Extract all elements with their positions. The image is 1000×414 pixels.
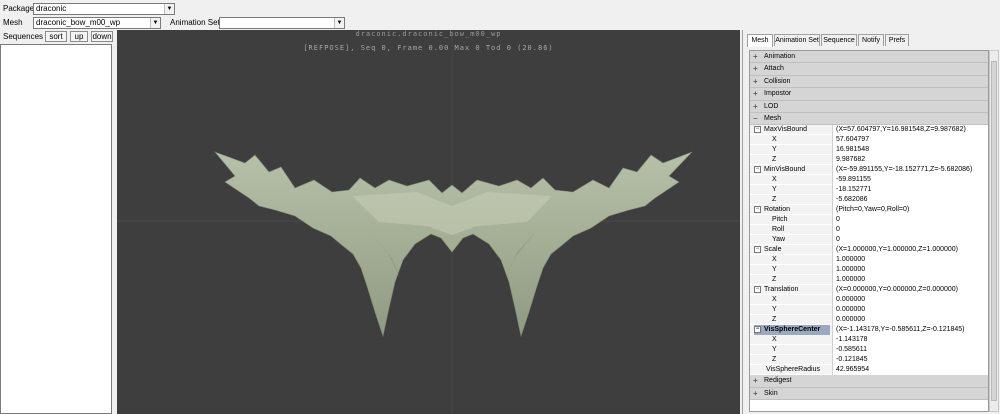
category-lod[interactable]: + LOD	[750, 100, 988, 113]
prop-vissphere-z[interactable]: Z -0.121845	[750, 355, 988, 366]
sequences-header: Sequences sort up down	[0, 31, 116, 43]
collapse-icon[interactable]: −	[754, 126, 761, 133]
prop-translation-y[interactable]: Y 0.000000	[750, 305, 988, 316]
category-skin[interactable]: + Skin	[750, 387, 988, 401]
animset-combo[interactable]: ▼	[219, 17, 345, 29]
prop-minvis-x[interactable]: X -59.891155	[750, 175, 988, 186]
mesh-viewport[interactable]: draconic.draconic_bow_m00_wp [REFPOSE], …	[117, 30, 740, 414]
tab-mesh[interactable]: Mesh	[747, 34, 773, 47]
collapse-icon[interactable]: −	[754, 286, 761, 293]
plus-icon[interactable]: +	[753, 375, 761, 387]
property-grid: + Animation + Attach + Collision + Impostor …	[749, 50, 989, 412]
prop-vissphere-y[interactable]: Y -0.585611	[750, 345, 988, 356]
chevron-down-icon[interactable]: ▼	[164, 4, 174, 14]
viewport-canvas	[117, 30, 740, 414]
prop-translation-x[interactable]: X 0.000000	[750, 295, 988, 306]
prop-rotation-roll[interactable]: Roll 0	[750, 225, 988, 236]
chevron-down-icon[interactable]: ▼	[150, 18, 160, 28]
category-impostor[interactable]: + Impostor	[750, 88, 988, 101]
prop-vissphere-x[interactable]: X -1.143178	[750, 335, 988, 346]
category-attach[interactable]: + Attach	[750, 63, 988, 76]
category-mesh[interactable]: − Mesh	[750, 112, 988, 126]
package-combo[interactable]: draconic ▼	[33, 3, 175, 15]
prop-rotation-yaw[interactable]: Yaw 0	[750, 235, 988, 246]
plus-icon[interactable]: +	[753, 101, 761, 113]
prop-vissphere-center[interactable]: − VisSphereCenter (X=-1.143178,Y=-0.585611…	[750, 325, 988, 336]
plus-icon[interactable]: +	[753, 63, 761, 75]
prop-scale-y[interactable]: Y 1.000000	[750, 265, 988, 276]
collapse-icon[interactable]: −	[754, 166, 761, 173]
prop-rotation-pitch[interactable]: Pitch 0	[750, 215, 988, 226]
sequences-label: Sequences	[3, 32, 44, 41]
plus-icon[interactable]: +	[753, 51, 761, 63]
plus-icon[interactable]: +	[753, 88, 761, 100]
prop-vissphere-radius[interactable]: VisSphereRadius 42.965954	[750, 365, 988, 376]
category-animation[interactable]: + Animation	[750, 51, 988, 64]
up-button[interactable]: up	[70, 31, 88, 42]
plus-icon[interactable]: +	[753, 76, 761, 88]
prop-rotation[interactable]: − Rotation (Pitch=0,Yaw=0,Roll=0)	[750, 205, 988, 216]
plus-icon[interactable]: +	[753, 388, 761, 400]
tab-sequence[interactable]: Sequence	[821, 34, 857, 46]
down-button[interactable]: down	[91, 31, 113, 42]
chevron-down-icon[interactable]: ▼	[334, 18, 344, 28]
mesh-value: draconic_bow_m00_wp	[36, 18, 121, 27]
properties-panel: Mesh Animation Set Sequence Notify Prefs…	[742, 30, 1000, 414]
prop-scale[interactable]: − Scale (X=1.000000,Y=1.000000,Z=1.000000)	[750, 245, 988, 256]
property-scrollbar[interactable]	[989, 50, 999, 412]
minus-icon[interactable]: −	[753, 113, 761, 125]
package-value: draconic	[36, 4, 67, 13]
viewport-title: draconic.draconic_bow_m00_wp	[355, 30, 502, 38]
category-redigest[interactable]: + Redigest	[750, 375, 988, 388]
prop-scale-x[interactable]: X 1.000000	[750, 255, 988, 266]
prop-minvis-y[interactable]: Y -18.152771	[750, 185, 988, 196]
tab-animation-set[interactable]: Animation Set	[774, 34, 820, 46]
prop-maxvis-y[interactable]: Y 16.981548	[750, 145, 988, 156]
package-label: Package	[3, 4, 35, 13]
prop-scale-z[interactable]: Z 1.000000	[750, 275, 988, 286]
scrollbar-thumb[interactable]	[991, 61, 997, 401]
mesh-combo[interactable]: draconic_bow_m00_wp ▼	[33, 17, 161, 29]
animset-label: Animation Set	[170, 18, 220, 27]
mesh-model	[214, 151, 693, 338]
tab-notify[interactable]: Notify	[858, 34, 884, 46]
prop-translation-z[interactable]: Z 0.000000	[750, 315, 988, 326]
toolbar: Package draconic ▼ Mesh draconic_bow_m00…	[0, 0, 1000, 30]
collapse-icon[interactable]: −	[754, 326, 761, 333]
sort-button[interactable]: sort	[45, 31, 67, 42]
collapse-icon[interactable]: −	[754, 246, 761, 253]
viewport-stats: [REFPOSE], Seq 0, Frame 0.00 Max 0 Tod 0…	[303, 44, 554, 52]
prop-maxvis-x[interactable]: X 57.604797	[750, 135, 988, 146]
category-collision[interactable]: + Collision	[750, 75, 988, 89]
prop-translation[interactable]: − Translation (X=0.000000,Y=0.000000,Z=0.0…	[750, 285, 988, 296]
prop-minvis-z[interactable]: Z -5.682086	[750, 195, 988, 206]
mesh-label: Mesh	[3, 18, 23, 27]
prop-maxvis-z[interactable]: Z 9.987682	[750, 155, 988, 166]
prop-maxvisbound[interactable]: − MaxVisBound (X=57.604797,Y=16.981548,Z=9…	[750, 125, 988, 136]
tab-prefs[interactable]: Prefs	[885, 34, 909, 46]
prop-minvisbound[interactable]: − MinVisBound (X=-59.891155,Y=-18.152771,Z…	[750, 165, 988, 176]
collapse-icon[interactable]: −	[754, 206, 761, 213]
sequences-list[interactable]	[0, 44, 112, 414]
